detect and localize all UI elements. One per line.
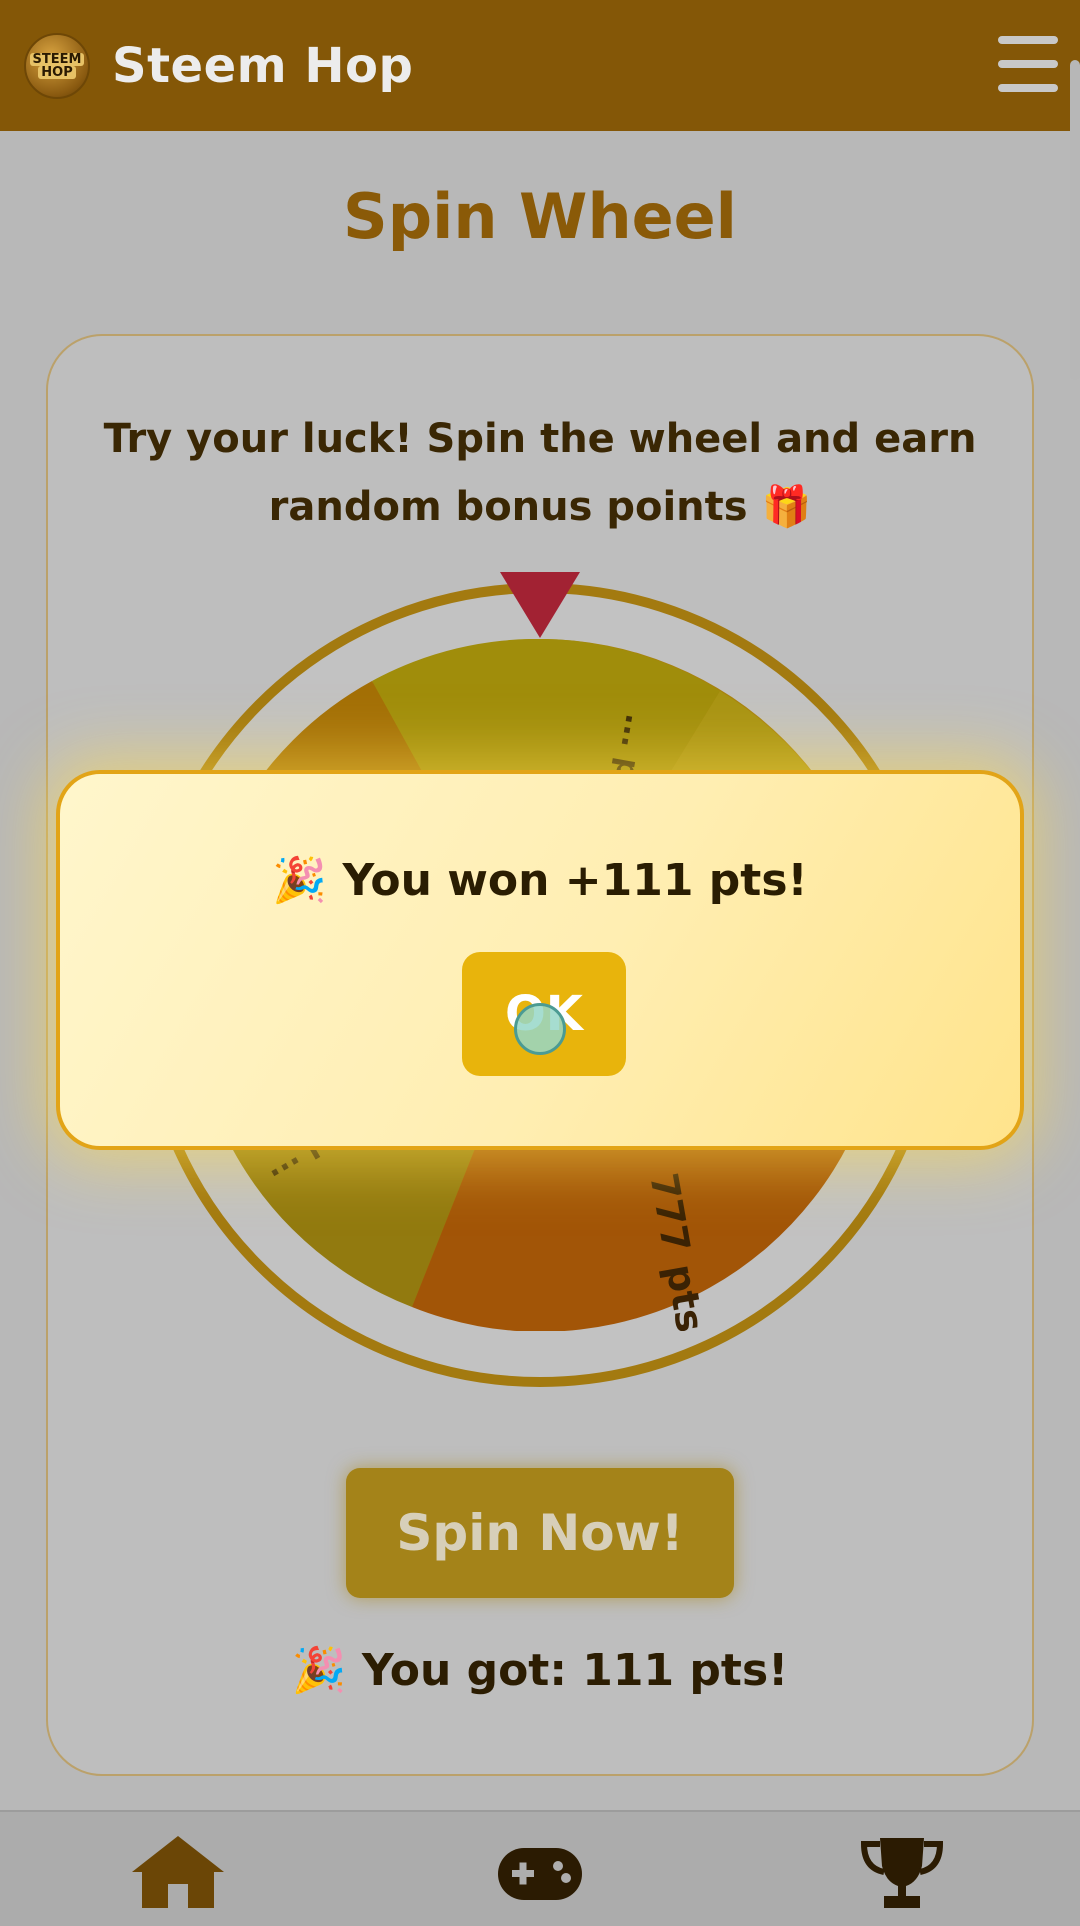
spin-now-button[interactable]: Spin Now! xyxy=(346,1468,734,1598)
ok-button[interactable]: OK xyxy=(462,952,626,1076)
app-logo[interactable]: STEEM HOP xyxy=(24,32,90,99)
win-modal: 🎉 You won +111 pts! OK xyxy=(56,770,1024,1150)
result-text: You got: 111 pts! xyxy=(361,1645,789,1696)
party-popper-icon: 🎉 xyxy=(291,1645,347,1696)
intro-line-2: random bonus points xyxy=(268,484,748,530)
bottom-nav xyxy=(0,1810,1080,1926)
hamburger-menu-icon[interactable] xyxy=(998,36,1058,92)
modal-message: 🎉 You won +111 pts! xyxy=(60,854,1020,906)
wheel-pointer-icon xyxy=(500,572,580,638)
nav-home[interactable] xyxy=(128,1832,228,1912)
logo-text-bottom: HOP xyxy=(38,65,76,79)
intro-line-1: Try your luck! Spin the wheel and earn xyxy=(103,416,977,462)
menu-line xyxy=(998,84,1058,92)
gift-icon: 🎁 xyxy=(761,484,812,530)
nav-leaderboard[interactable] xyxy=(852,1832,952,1912)
trophy-icon xyxy=(860,1838,944,1908)
app-header: STEEM HOP Steem Hop xyxy=(0,0,1080,131)
gamepad-icon xyxy=(498,1848,582,1900)
party-popper-icon: 🎉 xyxy=(272,855,328,906)
home-icon xyxy=(132,1836,224,1908)
logo-text-top: STEEM xyxy=(29,52,85,66)
modal-message-text: You won +111 pts! xyxy=(342,855,808,906)
menu-line xyxy=(998,36,1058,44)
spin-result: 🎉 You got: 111 pts! xyxy=(0,1644,1080,1696)
app-title: Steem Hop xyxy=(112,37,414,94)
page-title: Spin Wheel xyxy=(343,180,737,253)
menu-line xyxy=(998,60,1058,68)
intro-text: Try your luck! Spin the wheel and earn r… xyxy=(90,405,990,541)
nav-games[interactable] xyxy=(490,1832,590,1912)
